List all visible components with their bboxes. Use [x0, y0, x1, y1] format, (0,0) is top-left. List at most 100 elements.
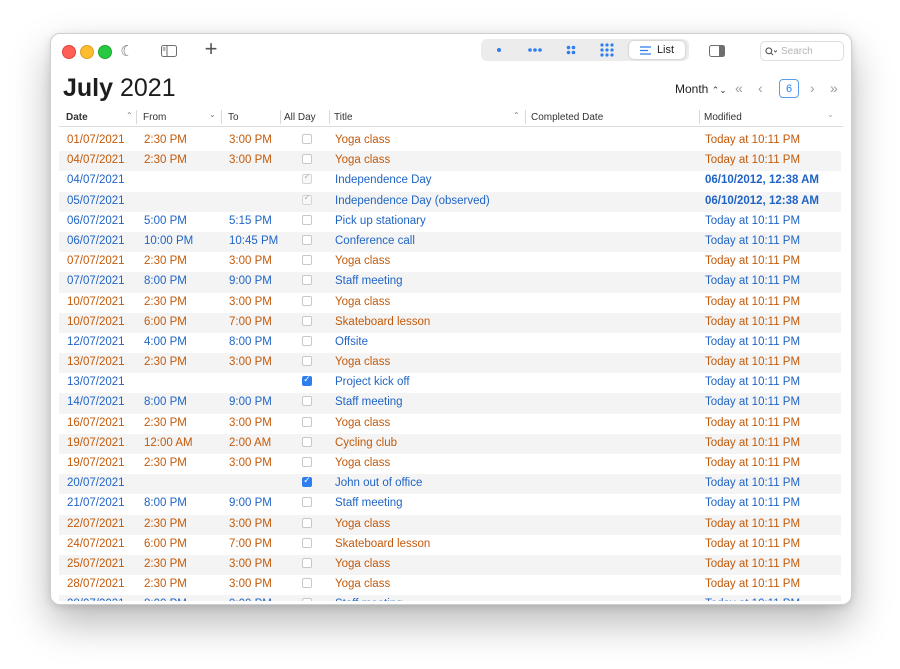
- column-header-to[interactable]: To: [222, 108, 281, 126]
- table-row[interactable]: 07/07/2021 8:00 PM 9:00 PM Staff meeting Tod…: [59, 272, 841, 293]
- cell-modified: Today at 10:11 PM: [705, 396, 801, 409]
- all-day-checkbox[interactable]: [302, 457, 312, 467]
- list-view-button[interactable]: List: [629, 41, 685, 59]
- previous-period-icon[interactable]: ‹: [758, 80, 763, 96]
- view-mode-segmented-control: List: [481, 39, 689, 61]
- all-day-checkbox[interactable]: [302, 134, 312, 144]
- search-field[interactable]: Search: [760, 41, 844, 61]
- cell-from: 2:30 PM: [144, 134, 187, 146]
- cell-modified: 06/10/2012, 12:38 AM: [705, 174, 820, 187]
- table-row[interactable]: 04/07/2021 2:30 PM 3:00 PM Yoga class Today …: [59, 151, 841, 172]
- table-row[interactable]: 14/07/2021 8:00 PM 9:00 PM Staff meeting Tod…: [59, 393, 841, 414]
- all-day-checkbox[interactable]: [302, 537, 312, 548]
- first-period-icon[interactable]: «: [735, 80, 743, 96]
- today-button[interactable]: 6: [779, 79, 799, 98]
- all-day-checkbox[interactable]: [302, 193, 312, 205]
- chevron-updown-icon: ⌃⌄: [711, 85, 727, 95]
- table-row[interactable]: 01/07/2021 2:30 PM 3:00 PM Yoga class Today …: [59, 131, 841, 151]
- all-day-checkbox[interactable]: [302, 436, 312, 447]
- all-day-checkbox[interactable]: [302, 475, 312, 488]
- cell-to: 3:00 PM: [229, 557, 272, 570]
- table-row[interactable]: 28/07/2021 2:30 PM 3:00 PM Yoga class Today …: [59, 575, 841, 595]
- cell-to: 3:00 PM: [229, 457, 272, 469]
- all-day-checkbox[interactable]: [302, 255, 312, 266]
- column-header-modified[interactable]: Modified ⌄: [700, 108, 841, 126]
- all-day-checkbox[interactable]: [302, 356, 312, 367]
- all-day-checkbox[interactable]: [302, 396, 312, 407]
- week-view-icon[interactable]: [521, 41, 549, 59]
- all-day-checkbox[interactable]: [302, 598, 312, 601]
- table-row[interactable]: 28/07/2021 8:00 PM 9:00 PM Staff meeting Tod…: [59, 595, 841, 601]
- table-row[interactable]: 21/07/2021 8:00 PM 9:00 PM Staff meeting Tod…: [59, 494, 841, 514]
- table-row[interactable]: 24/07/2021 6:00 PM 7:00 PM Skateboard lesso…: [59, 535, 841, 555]
- next-period-icon[interactable]: ›: [810, 80, 815, 96]
- all-day-checkbox[interactable]: [302, 517, 312, 528]
- title-bar: ☾ + List Search: [51, 34, 851, 68]
- column-header-all-day[interactable]: All Day: [281, 108, 330, 126]
- table-row[interactable]: 22/07/2021 2:30 PM 3:00 PM Yoga class Today …: [59, 514, 841, 535]
- cell-modified: Today at 10:11 PM: [705, 376, 801, 389]
- cell-to: 7:00 PM: [229, 315, 272, 328]
- all-day-checkbox[interactable]: [302, 578, 312, 589]
- table-row[interactable]: 04/07/2021 Independence Day 06/10/2012, 12…: [59, 171, 841, 191]
- column-header-from[interactable]: From ⌄: [137, 108, 222, 126]
- zoom-window-button[interactable]: [98, 45, 112, 59]
- cell-from: 8:00 PM: [144, 497, 187, 510]
- cell-date: 04/07/2021: [67, 154, 125, 167]
- all-day-checkbox[interactable]: [302, 172, 312, 185]
- year-view-icon[interactable]: [593, 41, 621, 59]
- all-day-checkbox[interactable]: [302, 315, 312, 326]
- table-row[interactable]: 25/07/2021 2:30 PM 3:00 PM Yoga class Today …: [59, 554, 841, 576]
- sidebar-toggle-icon[interactable]: [159, 41, 179, 61]
- minimize-window-button[interactable]: [80, 45, 94, 59]
- month-view-icon[interactable]: [557, 41, 585, 59]
- column-header-title[interactable]: Title ⌃: [330, 108, 526, 126]
- last-period-icon[interactable]: »: [830, 80, 838, 96]
- cell-title: Staff meeting: [335, 497, 403, 510]
- moon-icon[interactable]: ☾: [117, 41, 137, 61]
- all-day-checkbox[interactable]: [302, 497, 312, 508]
- table-row[interactable]: 10/07/2021 2:30 PM 3:00 PM Yoga class Today …: [59, 293, 841, 313]
- chevron-down-icon: ⌄: [209, 110, 216, 119]
- table-row[interactable]: 07/07/2021 2:30 PM 3:00 PM Yoga class Today …: [59, 252, 841, 272]
- table-row[interactable]: 06/07/2021 5:00 PM 5:15 PM Pick up stationa…: [59, 212, 841, 232]
- table-row[interactable]: 06/07/2021 10:00 PM 10:45 PM Conference cal…: [59, 231, 841, 253]
- cell-to: 9:00 PM: [229, 396, 272, 409]
- all-day-checkbox[interactable]: [302, 234, 312, 245]
- cell-modified: Today at 10:11 PM: [705, 154, 801, 167]
- search-placeholder: Search: [781, 45, 813, 57]
- table-row[interactable]: 05/07/2021 Independence Day (observed) 06/…: [59, 191, 841, 212]
- table-row[interactable]: 10/07/2021 6:00 PM 7:00 PM Skateboard lesso…: [59, 312, 841, 333]
- column-header-date[interactable]: Date ⌃: [59, 108, 137, 126]
- all-day-checkbox[interactable]: [302, 275, 312, 286]
- cell-modified: Today at 10:11 PM: [705, 134, 801, 146]
- table-row[interactable]: 19/07/2021 12:00 AM 2:00 AM Cycling club Tod…: [59, 433, 841, 454]
- table-row[interactable]: 13/07/2021 2:30 PM 3:00 PM Yoga class Today …: [59, 353, 841, 374]
- period-label: Month: [675, 82, 709, 96]
- all-day-checkbox[interactable]: [302, 214, 312, 225]
- events-table: 01/07/2021 2:30 PM 3:00 PM Yoga class Today …: [59, 131, 841, 601]
- table-row[interactable]: 16/07/2021 2:30 PM 3:00 PM Yoga class Today …: [59, 414, 841, 434]
- all-day-checkbox[interactable]: [302, 295, 312, 306]
- page-title: July 2021: [63, 74, 176, 103]
- all-day-checkbox[interactable]: [302, 154, 312, 165]
- cell-modified: Today at 10:11 PM: [705, 234, 801, 247]
- table-row[interactable]: 20/07/2021 John out of office Today at 10:…: [59, 474, 841, 495]
- table-row[interactable]: 13/07/2021 Project kick off Today at 10:11…: [59, 373, 841, 393]
- cell-date: 16/07/2021: [67, 416, 125, 429]
- day-view-icon[interactable]: [485, 41, 513, 59]
- table-row[interactable]: 19/07/2021 2:30 PM 3:00 PM Yoga class Today …: [59, 454, 841, 474]
- table-row[interactable]: 12/07/2021 4:00 PM 8:00 PM Offsite Today at …: [59, 333, 841, 353]
- column-header-completed[interactable]: Completed Date: [526, 108, 700, 126]
- inspector-toggle-icon[interactable]: [707, 41, 727, 61]
- all-day-checkbox[interactable]: [302, 557, 312, 568]
- cell-to: 3:00 PM: [229, 517, 272, 530]
- all-day-checkbox[interactable]: [302, 374, 312, 387]
- period-selector[interactable]: Month ⌃⌄: [675, 82, 727, 96]
- cell-date: 13/07/2021: [67, 376, 125, 389]
- close-window-button[interactable]: [62, 45, 76, 59]
- all-day-checkbox[interactable]: [302, 416, 312, 427]
- cell-title: Staff meeting: [335, 275, 403, 288]
- add-event-icon[interactable]: +: [201, 36, 221, 61]
- all-day-checkbox[interactable]: [302, 335, 312, 346]
